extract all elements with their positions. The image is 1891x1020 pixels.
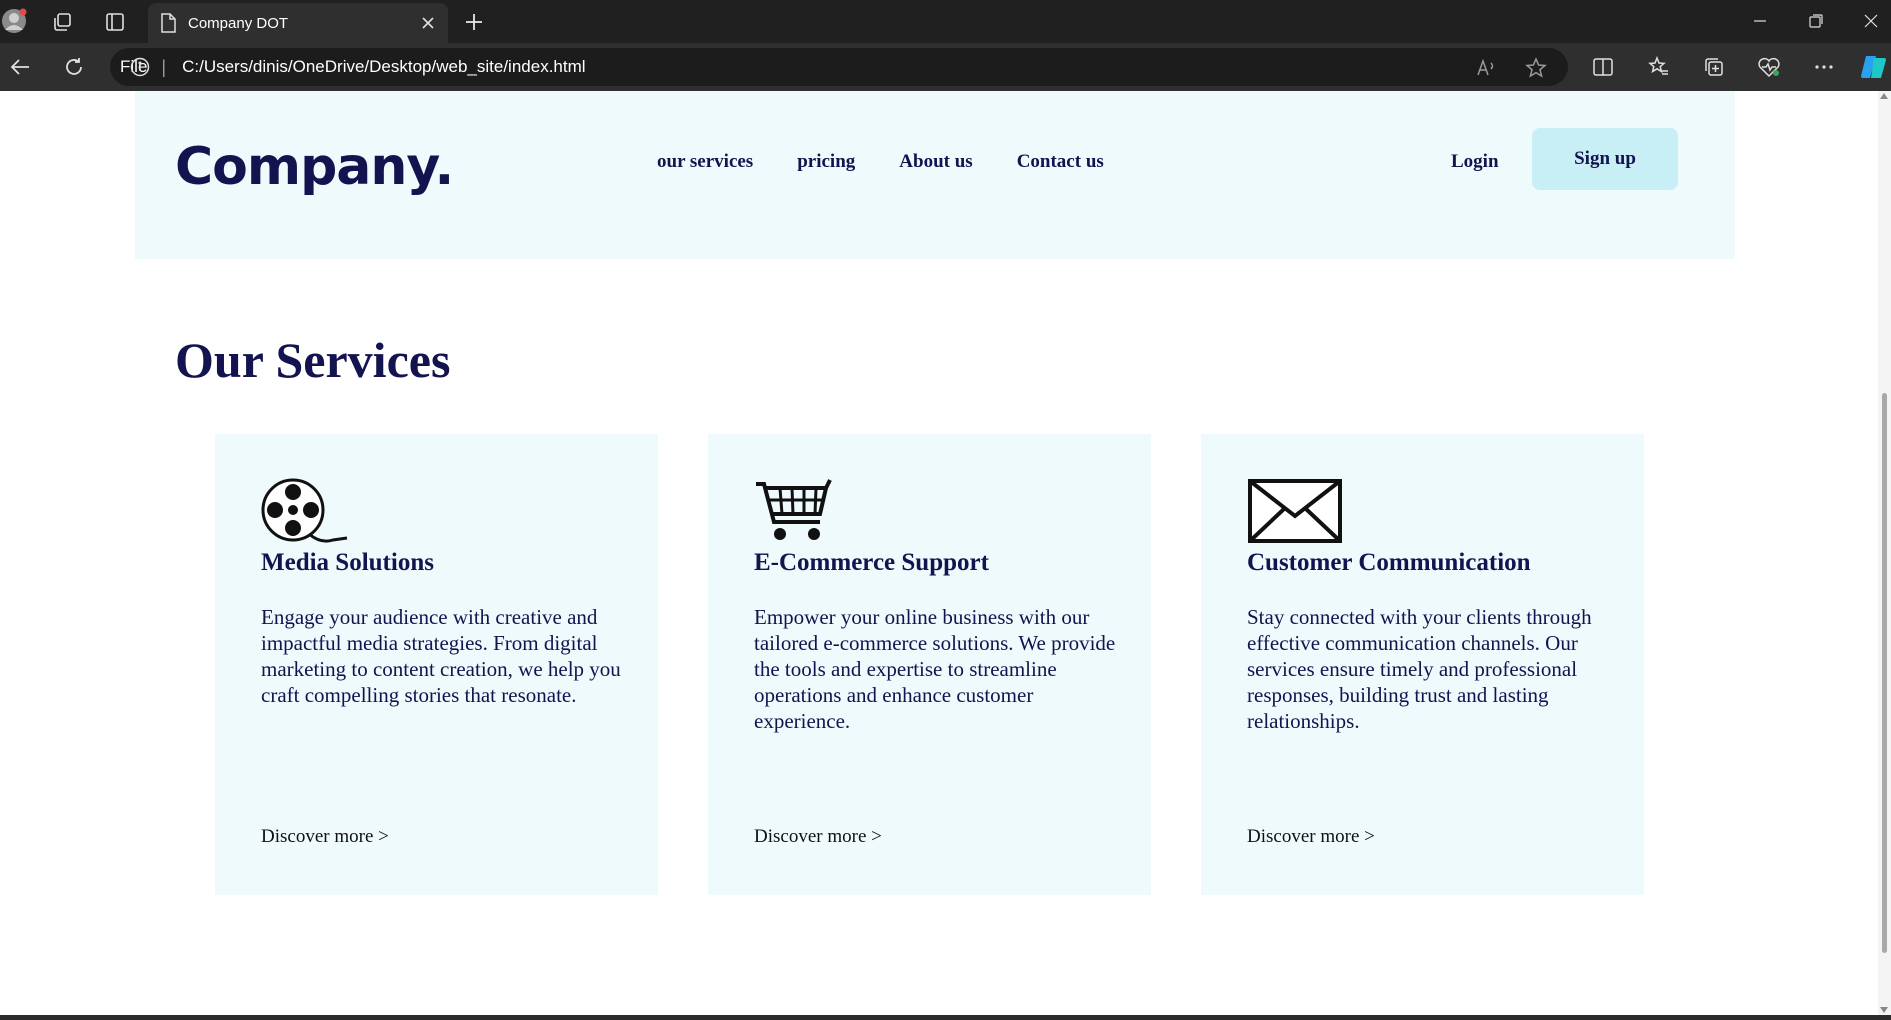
page-scrollbar[interactable] xyxy=(1878,91,1891,1015)
page-viewport: Company. our services pricing About us C… xyxy=(0,91,1878,1015)
service-card-ecommerce: E-Commerce Support Empower your online b… xyxy=(708,434,1151,895)
address-bar[interactable]: File | C:/Users/dinis/OneDrive/Desktop/w… xyxy=(110,48,1568,86)
info-icon[interactable] xyxy=(130,57,150,77)
copilot-icon[interactable] xyxy=(1860,53,1888,81)
card-description: Stay connected with your clients through… xyxy=(1247,605,1592,733)
scroll-thumb[interactable] xyxy=(1882,393,1887,953)
vertical-tabs-icon[interactable] xyxy=(101,8,129,36)
minimize-icon[interactable] xyxy=(1745,6,1775,36)
browser-toolbar: File | C:/Users/dinis/OneDrive/Desktop/w… xyxy=(0,43,1891,91)
browser-essentials-icon[interactable] xyxy=(1757,55,1781,79)
address-url[interactable]: C:/Users/dinis/OneDrive/Desktop/web_site… xyxy=(182,57,585,77)
new-tab-icon[interactable] xyxy=(460,8,488,36)
refresh-icon[interactable] xyxy=(60,53,88,81)
nav-pricing[interactable]: pricing xyxy=(797,151,855,173)
site-header: Company. our services pricing About us C… xyxy=(135,91,1735,259)
more-options-icon[interactable] xyxy=(1812,55,1836,79)
page-icon xyxy=(158,13,178,33)
shopping-cart-icon xyxy=(754,478,844,549)
card-title: E-Commerce Support xyxy=(754,549,989,576)
profile-icon[interactable] xyxy=(0,7,28,35)
card-description: Engage your audience with creative and i… xyxy=(261,605,621,707)
services-heading: Our Services xyxy=(175,332,451,388)
main-nav: our services pricing About us Contact us xyxy=(657,151,1148,173)
active-tab[interactable]: Company DOT xyxy=(148,3,448,43)
tab-title: Company DOT xyxy=(188,14,289,32)
address-separator: | xyxy=(161,56,167,77)
scroll-down-arrow-icon[interactable] xyxy=(1880,1007,1888,1013)
card-title: Customer Communication xyxy=(1247,549,1531,576)
film-reel-icon xyxy=(261,478,351,549)
discover-more-link[interactable]: Discover more > xyxy=(261,826,389,848)
scroll-up-arrow-icon[interactable] xyxy=(1880,93,1888,99)
split-screen-icon[interactable] xyxy=(1591,55,1615,79)
login-link[interactable]: Login xyxy=(1451,151,1499,173)
nav-our-services[interactable]: our services xyxy=(657,151,753,173)
read-aloud-icon[interactable] xyxy=(1475,57,1497,79)
signup-button[interactable]: Sign up xyxy=(1532,128,1678,190)
restore-icon[interactable] xyxy=(1801,6,1831,36)
discover-more-link[interactable]: Discover more > xyxy=(1247,826,1375,848)
close-window-icon[interactable] xyxy=(1856,6,1886,36)
service-card-media: Media Solutions Engage your audience wit… xyxy=(215,434,658,895)
collections-icon[interactable] xyxy=(1702,55,1726,79)
favorite-star-icon[interactable] xyxy=(1525,57,1547,79)
workspaces-icon[interactable] xyxy=(48,8,76,36)
envelope-icon xyxy=(1247,478,1343,549)
card-title: Media Solutions xyxy=(261,549,434,576)
back-icon[interactable] xyxy=(6,53,34,81)
nav-contact-us[interactable]: Contact us xyxy=(1017,151,1104,173)
discover-more-link[interactable]: Discover more > xyxy=(754,826,882,848)
company-logo[interactable]: Company. xyxy=(175,137,454,197)
service-card-communication: Customer Communication Stay connected wi… xyxy=(1201,434,1644,895)
window-bottom-edge xyxy=(0,1015,1891,1020)
card-description: Empower your online business with our ta… xyxy=(754,605,1116,733)
favorites-icon[interactable] xyxy=(1647,55,1671,79)
nav-about-us[interactable]: About us xyxy=(899,151,972,173)
close-tab-icon[interactable] xyxy=(418,13,438,33)
browser-tab-strip: Company DOT xyxy=(0,0,1891,43)
